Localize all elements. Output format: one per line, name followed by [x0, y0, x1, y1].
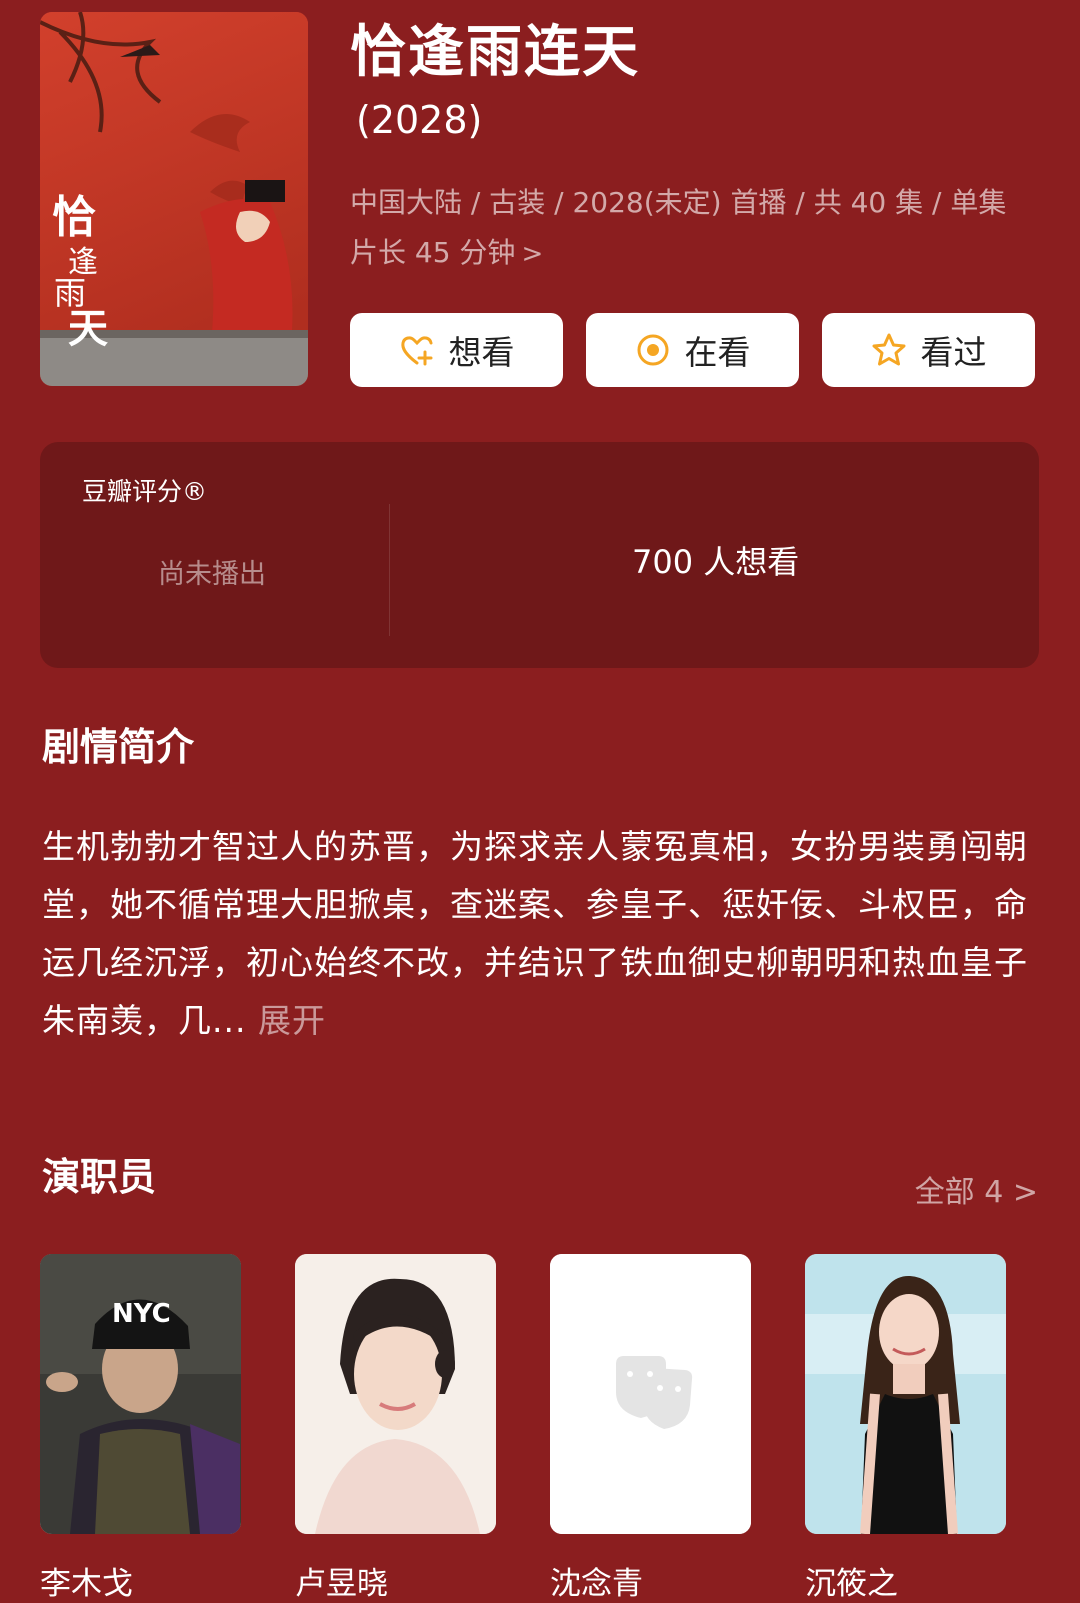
heart-plus-icon [400, 336, 432, 366]
watched-button[interactable]: 看过 [822, 313, 1035, 387]
cast-name: 沈念青 [550, 1566, 643, 1602]
page-title: 恰逢雨连天 [350, 20, 640, 85]
expand-link[interactable]: 展开 [258, 1001, 326, 1040]
cast-member[interactable]: 沈念青 [550, 1254, 751, 1603]
cast-heading: 演职员 [42, 1155, 157, 1199]
theater-masks-icon [550, 1254, 751, 1534]
synopsis-text[interactable]: 生机勃勃才智过人的苏晋，为探求亲人蒙冤真相，女扮男装勇闯朝堂，她不循常理大胆掀桌… [42, 818, 1032, 1050]
cast-photo[interactable] [805, 1254, 1006, 1534]
poster-image[interactable]: 恰 逢 雨 天 [40, 12, 308, 386]
cast-name: 李木戈 [40, 1566, 133, 1602]
rating-divider [389, 504, 390, 636]
chevron-right-icon: > [1012, 1175, 1038, 1210]
watching-button[interactable]: 在看 [586, 313, 799, 387]
cast-name: 沉筱之 [805, 1566, 898, 1602]
release-year: (2028) [356, 98, 483, 142]
cast-name: 卢昱晓 [295, 1566, 388, 1602]
svg-text:天: 天 [68, 305, 108, 352]
cast-all-link[interactable]: 全部 4 > [915, 1167, 1038, 1211]
synopsis-heading: 剧情简介 [42, 725, 195, 769]
cast-photo[interactable] [550, 1254, 751, 1534]
star-icon [872, 333, 905, 366]
meta-line-2: 片长 45 分钟 [350, 236, 516, 269]
synopsis-body: 生机勃勃才智过人的苏晋，为探求亲人蒙冤真相，女扮男装勇闯朝堂，她不循常理大胆掀桌… [42, 827, 1028, 1040]
want-count: 700 人想看 [632, 543, 800, 581]
cast-photo[interactable] [295, 1254, 496, 1534]
rating-status: 尚未播出 [158, 559, 266, 590]
cast-all-label: 全部 4 [914, 1175, 1004, 1210]
svg-text:恰: 恰 [52, 192, 96, 243]
chevron-right-icon: > [521, 239, 544, 269]
svg-text:NYC: NYC [112, 1299, 171, 1329]
cast-photo[interactable]: NYC [40, 1254, 241, 1534]
target-icon [637, 334, 668, 366]
watched-label: 看过 [920, 333, 987, 372]
meta-line-1: 中国大陆 / 古装 / 2028(未定) 首播 / 共 40 集 / 单集 [350, 186, 1007, 219]
rating-label: 豆瓣评分® [82, 477, 208, 506]
want-label: 想看 [448, 333, 515, 372]
cast-member[interactable]: 卢昱晓 [295, 1254, 496, 1603]
show-meta[interactable]: 中国大陆 / 古装 / 2028(未定) 首播 / 共 40 集 / 单集 片长… [350, 178, 1020, 279]
rating-card[interactable]: 豆瓣评分® 尚未播出 700 人想看 [40, 442, 1039, 668]
cast-member[interactable]: 沉筱之 [805, 1254, 1006, 1603]
want-button[interactable]: 想看 [350, 313, 563, 387]
watching-label: 在看 [684, 333, 751, 372]
cast-member[interactable]: NYC 李木戈 [40, 1254, 241, 1603]
